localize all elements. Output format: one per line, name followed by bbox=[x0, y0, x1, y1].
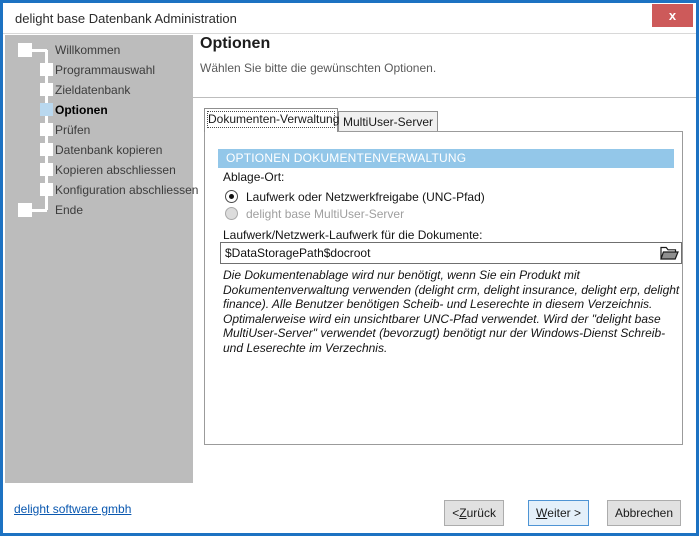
next-button-mnemonic: W bbox=[536, 506, 547, 520]
back-button[interactable]: < Zurück bbox=[444, 500, 504, 526]
sidebar-step-konfiguration-abschliessen: Konfiguration abschliessen bbox=[5, 180, 193, 200]
back-button-prefix: < bbox=[452, 506, 459, 520]
page-title: Optionen bbox=[200, 35, 270, 53]
step-node-icon bbox=[40, 163, 53, 176]
window-title: delight base Datenbank Administration bbox=[15, 11, 237, 26]
sidebar-step-datenbank-kopieren: Datenbank kopieren bbox=[5, 140, 193, 160]
back-button-rest: urück bbox=[467, 506, 496, 520]
sidebar-step-willkommen: Willkommen bbox=[5, 40, 193, 60]
document-path-field-wrap bbox=[220, 242, 682, 264]
step-label: Willkommen bbox=[55, 40, 120, 60]
radio-multiuser-disabled bbox=[225, 207, 238, 220]
storage-location-label: Ablage-Ort: bbox=[223, 170, 284, 184]
sidebar-step-optionen-active: Optionen bbox=[5, 100, 193, 120]
description-text: Die Dokumentenablage wird nur benötigt, … bbox=[223, 268, 681, 356]
dialog-buttons: < Zurück Weiter > Abbrechen bbox=[444, 500, 681, 526]
step-node-icon bbox=[40, 63, 53, 76]
tab-multiuser-server[interactable]: MultiUser-Server bbox=[338, 111, 438, 131]
next-button[interactable]: Weiter > bbox=[528, 500, 589, 526]
sidebar-step-kopieren-abschliessen: Kopieren abschliessen bbox=[5, 160, 193, 180]
step-node-active-icon bbox=[40, 103, 53, 116]
tab-label: Dokumenten-Verwaltung bbox=[208, 112, 334, 127]
radio-unc-selected[interactable] bbox=[225, 190, 238, 203]
section-header: OPTIONEN DOKUMENTENVERWALTUNG bbox=[218, 149, 674, 168]
back-button-mnemonic: Z bbox=[459, 506, 466, 520]
step-node-icon bbox=[18, 43, 32, 57]
radio-multiuser-label: delight base MultiUser-Server bbox=[246, 206, 404, 222]
step-label: Datenbank kopieren bbox=[55, 140, 162, 160]
cancel-button[interactable]: Abbrechen bbox=[607, 500, 681, 526]
step-node-icon bbox=[18, 203, 32, 217]
document-path-label: Laufwerk/Netzwerk-Laufwerk für die Dokum… bbox=[223, 228, 482, 242]
step-label: Prüfen bbox=[55, 120, 90, 140]
step-node-icon bbox=[40, 83, 53, 96]
browse-folder-icon[interactable] bbox=[660, 246, 679, 260]
sidebar-step-programmauswahl: Programmauswahl bbox=[5, 60, 193, 80]
options-panel: OPTIONEN DOKUMENTENVERWALTUNG Ablage-Ort… bbox=[204, 131, 683, 445]
step-label: Konfiguration abschliessen bbox=[55, 180, 198, 200]
step-node-icon bbox=[40, 143, 53, 156]
step-node-icon bbox=[40, 123, 53, 136]
sidebar-step-pruefen: Prüfen bbox=[5, 120, 193, 140]
radio-dot-icon bbox=[229, 194, 234, 199]
step-label: Kopieren abschliessen bbox=[55, 160, 176, 180]
tab-dokumenten-verwaltung[interactable]: Dokumenten-Verwaltung bbox=[204, 108, 338, 132]
radio-unc-label[interactable]: Laufwerk oder Netzwerkfreigabe (UNC-Pfad… bbox=[246, 189, 485, 205]
header-divider bbox=[193, 97, 696, 98]
step-label: Programmauswahl bbox=[55, 60, 155, 80]
vendor-link[interactable]: delight software gmbh bbox=[14, 502, 131, 516]
document-path-input[interactable] bbox=[220, 242, 682, 264]
step-label-active: Optionen bbox=[55, 100, 108, 120]
sidebar-step-ende: Ende bbox=[5, 200, 193, 220]
step-node-icon bbox=[40, 183, 53, 196]
step-label: Ende bbox=[55, 200, 83, 220]
tab-label: MultiUser-Server bbox=[343, 115, 433, 129]
close-icon: x bbox=[669, 8, 676, 23]
wizard-window: delight base Datenbank Administration x … bbox=[0, 0, 699, 536]
wizard-sidebar: Willkommen Programmauswahl Zieldatenbank… bbox=[5, 35, 193, 483]
step-label: Zieldatenbank bbox=[55, 80, 130, 100]
sidebar-step-zieldatenbank: Zieldatenbank bbox=[5, 80, 193, 100]
next-button-rest: eiter > bbox=[547, 506, 581, 520]
page-subtitle: Wählen Sie bitte die gewünschten Optione… bbox=[200, 61, 436, 75]
title-bar: delight base Datenbank Administration x bbox=[3, 3, 696, 34]
close-button[interactable]: x bbox=[652, 4, 693, 27]
